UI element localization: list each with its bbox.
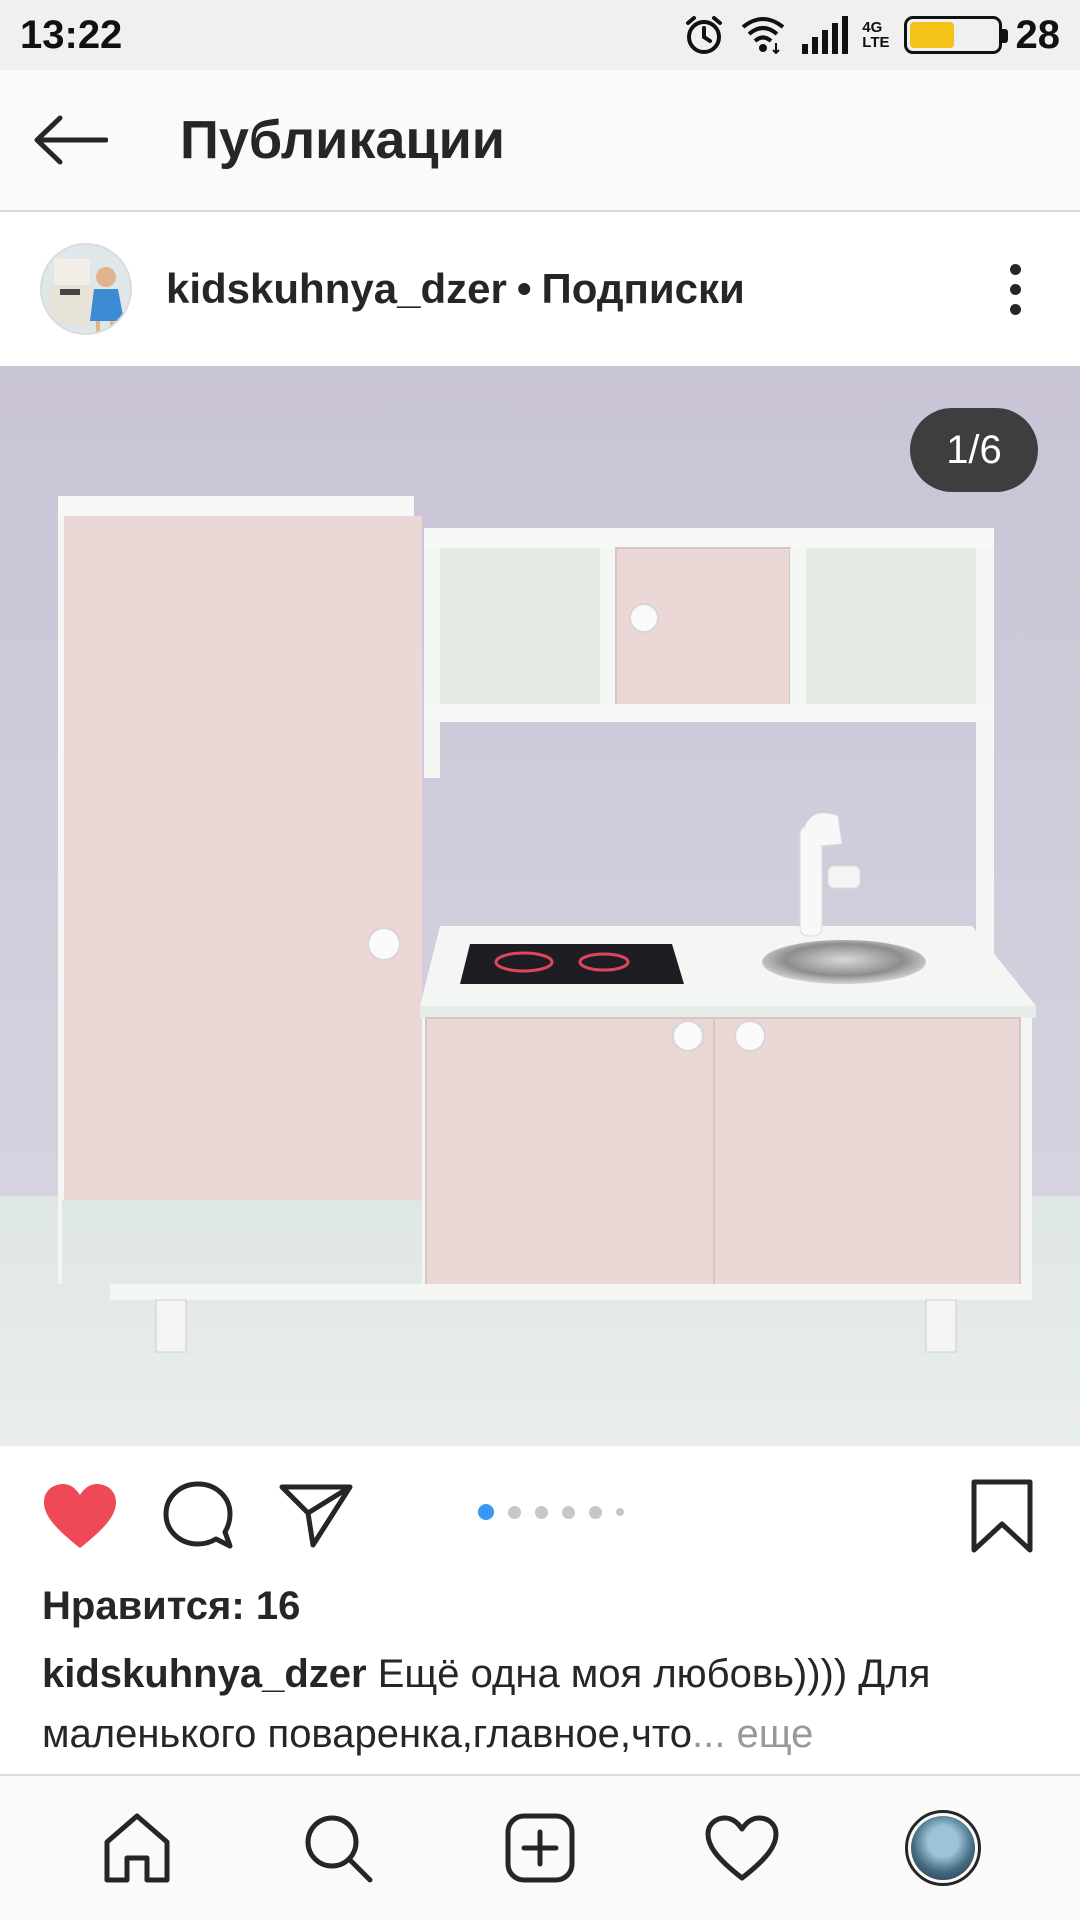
- carousel-dot: [562, 1505, 575, 1519]
- likes-count[interactable]: Нравится: 16: [42, 1584, 300, 1629]
- follow-status[interactable]: Подписки: [542, 265, 745, 313]
- add-post-icon: [505, 1813, 575, 1883]
- post-photo[interactable]: 1/6: [0, 366, 1080, 1446]
- status-icons: 4G LTE 28: [682, 13, 1060, 58]
- separator-dot: •: [516, 265, 532, 312]
- post-user-line: kidskuhnya_dzer • Подписки: [166, 265, 745, 313]
- page-title: Публикации: [180, 110, 506, 170]
- caption-ellipsis: ...: [692, 1712, 726, 1756]
- heart-filled-icon: [44, 1484, 116, 1548]
- more-options-button[interactable]: [990, 259, 1040, 319]
- network-type-icon: 4G LTE: [862, 19, 890, 51]
- battery-icon: [903, 16, 1008, 54]
- post-caption: kidskuhnya_dzer Ещё одна моя любовь)))) …: [42, 1644, 1042, 1764]
- caption-username[interactable]: kidskuhnya_dzer: [42, 1652, 367, 1696]
- status-bar: 13:22 4G LTE 28: [0, 0, 1080, 70]
- post-header: kidskuhnya_dzer • Подписки: [0, 212, 1080, 366]
- signal-icon: [802, 16, 849, 54]
- kitchen-photo: [0, 366, 1080, 1446]
- nav-profile[interactable]: [893, 1798, 993, 1898]
- carousel-dot: [478, 1504, 494, 1520]
- wifi-icon: [742, 17, 785, 55]
- home-icon: [104, 1813, 170, 1883]
- caption-more-link[interactable]: еще: [725, 1712, 813, 1756]
- search-icon: [305, 1815, 373, 1883]
- share-icon: [279, 1484, 353, 1548]
- profile-avatar: [905, 1810, 982, 1886]
- carousel-dot: [535, 1505, 548, 1519]
- carousel-dot: [589, 1505, 602, 1519]
- nav-home[interactable]: [87, 1798, 187, 1898]
- activity-heart-icon: [705, 1815, 779, 1881]
- carousel-dot: [508, 1505, 521, 1519]
- alarm-icon: [686, 16, 723, 54]
- nav-new-post[interactable]: [490, 1798, 590, 1898]
- photo-counter: 1/6: [910, 408, 1038, 492]
- more-vertical-icon: [1009, 263, 1021, 275]
- post-author-avatar[interactable]: [40, 243, 132, 335]
- carousel-indicator: [478, 1504, 624, 1520]
- share-button[interactable]: [276, 1476, 356, 1556]
- bottom-nav: [0, 1774, 1080, 1920]
- status-time: 13:22: [20, 12, 123, 57]
- post-username[interactable]: kidskuhnya_dzer: [166, 265, 507, 313]
- back-button[interactable]: [0, 69, 140, 211]
- save-button[interactable]: [962, 1476, 1042, 1556]
- comment-icon: [163, 1481, 233, 1549]
- battery-level: 28: [1015, 12, 1061, 57]
- like-button[interactable]: [40, 1476, 120, 1556]
- bookmark-icon: [971, 1479, 1033, 1553]
- nav-search[interactable]: [288, 1798, 388, 1898]
- comment-button[interactable]: [158, 1476, 238, 1556]
- carousel-dot: [616, 1508, 624, 1516]
- nav-activity[interactable]: [692, 1798, 792, 1898]
- app-header: Публикации: [0, 70, 1080, 212]
- avatar-image: [42, 245, 130, 333]
- arrow-left-icon: [34, 115, 108, 165]
